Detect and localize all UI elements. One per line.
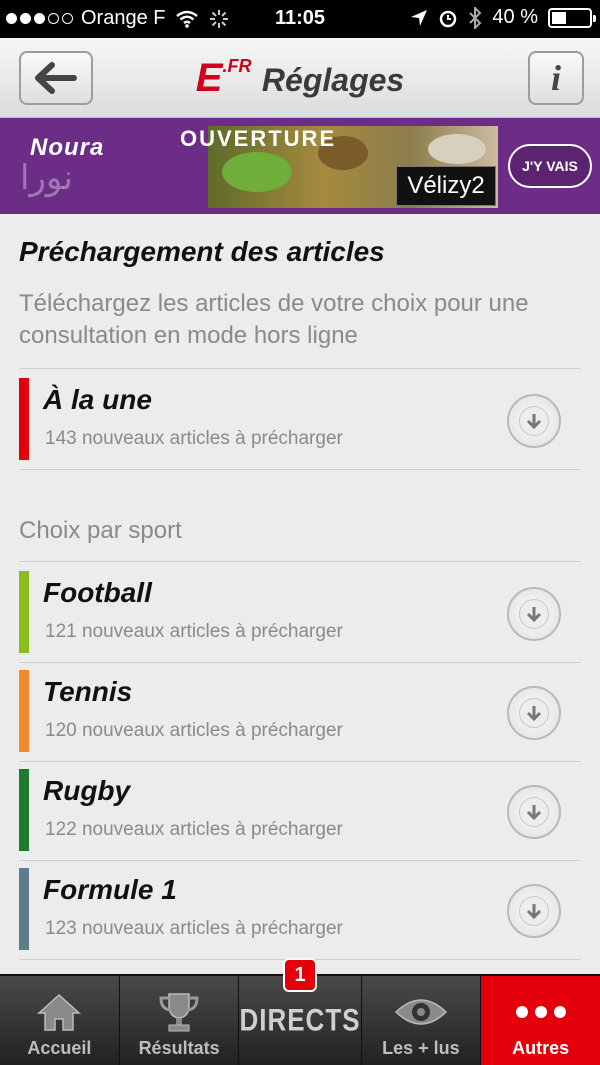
app-header: E.FR Réglages i — [0, 38, 600, 118]
category-color-bar — [19, 769, 29, 851]
divider — [19, 469, 581, 470]
category-name: Tennis — [43, 676, 133, 707]
status-bar: Orange F 11:05 40 % — [0, 0, 600, 38]
download-arrow-icon — [526, 414, 542, 430]
download-arrow-icon — [526, 607, 542, 623]
info-button[interactable]: i — [528, 51, 584, 105]
location-arrow-icon — [411, 9, 428, 26]
settings-content[interactable]: Préchargement des articles Téléchargez l… — [0, 214, 600, 974]
list-item-sport[interactable]: Formule 1 123 nouveaux articles à précha… — [19, 860, 581, 950]
divider — [19, 561, 581, 562]
page-title: Réglages — [261, 62, 405, 98]
tab-label: DIRECTS — [239, 1001, 361, 1038]
category-color-bar — [19, 378, 29, 460]
lequipe-logo: E.FR — [195, 56, 252, 100]
ad-headline: OUVERTURE — [180, 126, 337, 151]
tab-label: Les + lus — [382, 1038, 460, 1058]
header-brand: E.FR Réglages — [0, 56, 600, 101]
article-count: 122 nouveaux articles à précharger — [45, 819, 343, 840]
brand-script-decoration: نورا — [20, 158, 73, 198]
battery-icon — [548, 7, 596, 28]
tab-les-plus-lus[interactable]: Les + lus — [360, 976, 481, 1065]
category-name: Formule 1 — [43, 874, 177, 905]
tab-label: Autres — [512, 1038, 570, 1058]
ad-brand-name: Noura — [30, 134, 105, 161]
bluetooth-icon — [469, 6, 482, 29]
tab-bar: Accueil Résultats 1 DIRECTS Les + lus Au… — [0, 958, 600, 1065]
ad-banner[interactable]: نورا Noura OUVERTURE Vélizy2 J'Y VAIS — [0, 118, 600, 214]
sports-subtitle: Choix par sport — [19, 517, 182, 544]
tab-label: Accueil — [27, 1038, 92, 1058]
notification-badge: 1 — [283, 958, 317, 992]
alarm-clock-icon — [440, 10, 457, 27]
trophy-icon — [159, 993, 199, 1032]
section-title: Préchargement des articles — [19, 236, 385, 267]
article-count: 121 nouveaux articles à précharger — [45, 621, 343, 642]
tab-directs[interactable]: 1 DIRECTS — [238, 958, 361, 1065]
article-count: 120 nouveaux articles à précharger — [45, 720, 343, 741]
article-count: 123 nouveaux articles à précharger — [45, 918, 343, 939]
ad-location: Vélizy2 — [396, 166, 496, 206]
list-item-sport[interactable]: Football 121 nouveaux articles à préchar… — [19, 563, 581, 653]
download-button[interactable] — [507, 587, 561, 641]
list-item-sport[interactable]: Rugby 122 nouveaux articles à précharger — [19, 761, 581, 851]
category-name: Rugby — [43, 775, 131, 806]
download-arrow-icon — [526, 904, 542, 920]
list-item-a-la-une[interactable]: À la une 143 nouveaux articles à préchar… — [19, 370, 581, 460]
divider — [19, 368, 581, 369]
download-button[interactable] — [507, 884, 561, 938]
category-name: Football — [43, 577, 152, 608]
download-button[interactable] — [507, 394, 561, 448]
tab-resultats[interactable]: Résultats — [118, 976, 239, 1065]
download-arrow-icon — [526, 805, 542, 821]
tab-autres[interactable]: Autres — [480, 976, 600, 1065]
download-button[interactable] — [507, 785, 561, 839]
tab-label: Résultats — [138, 1038, 220, 1058]
list-item-sport[interactable]: Tennis 120 nouveaux articles à précharge… — [19, 662, 581, 752]
tab-accueil[interactable]: Accueil — [0, 976, 119, 1065]
home-icon — [37, 993, 82, 1031]
section-description: Téléchargez les articles de votre choix … — [19, 290, 529, 349]
download-button[interactable] — [507, 686, 561, 740]
battery-percent: 40 % — [492, 6, 538, 28]
category-color-bar — [19, 868, 29, 950]
category-color-bar — [19, 571, 29, 653]
ad-cta-button[interactable]: J'Y VAIS — [508, 144, 592, 188]
category-name: À la une — [43, 384, 152, 415]
article-count: 143 nouveaux articles à précharger — [45, 428, 343, 449]
more-dots-icon — [515, 1006, 566, 1018]
category-color-bar — [19, 670, 29, 752]
download-arrow-icon — [526, 706, 542, 722]
eye-icon — [394, 999, 448, 1025]
